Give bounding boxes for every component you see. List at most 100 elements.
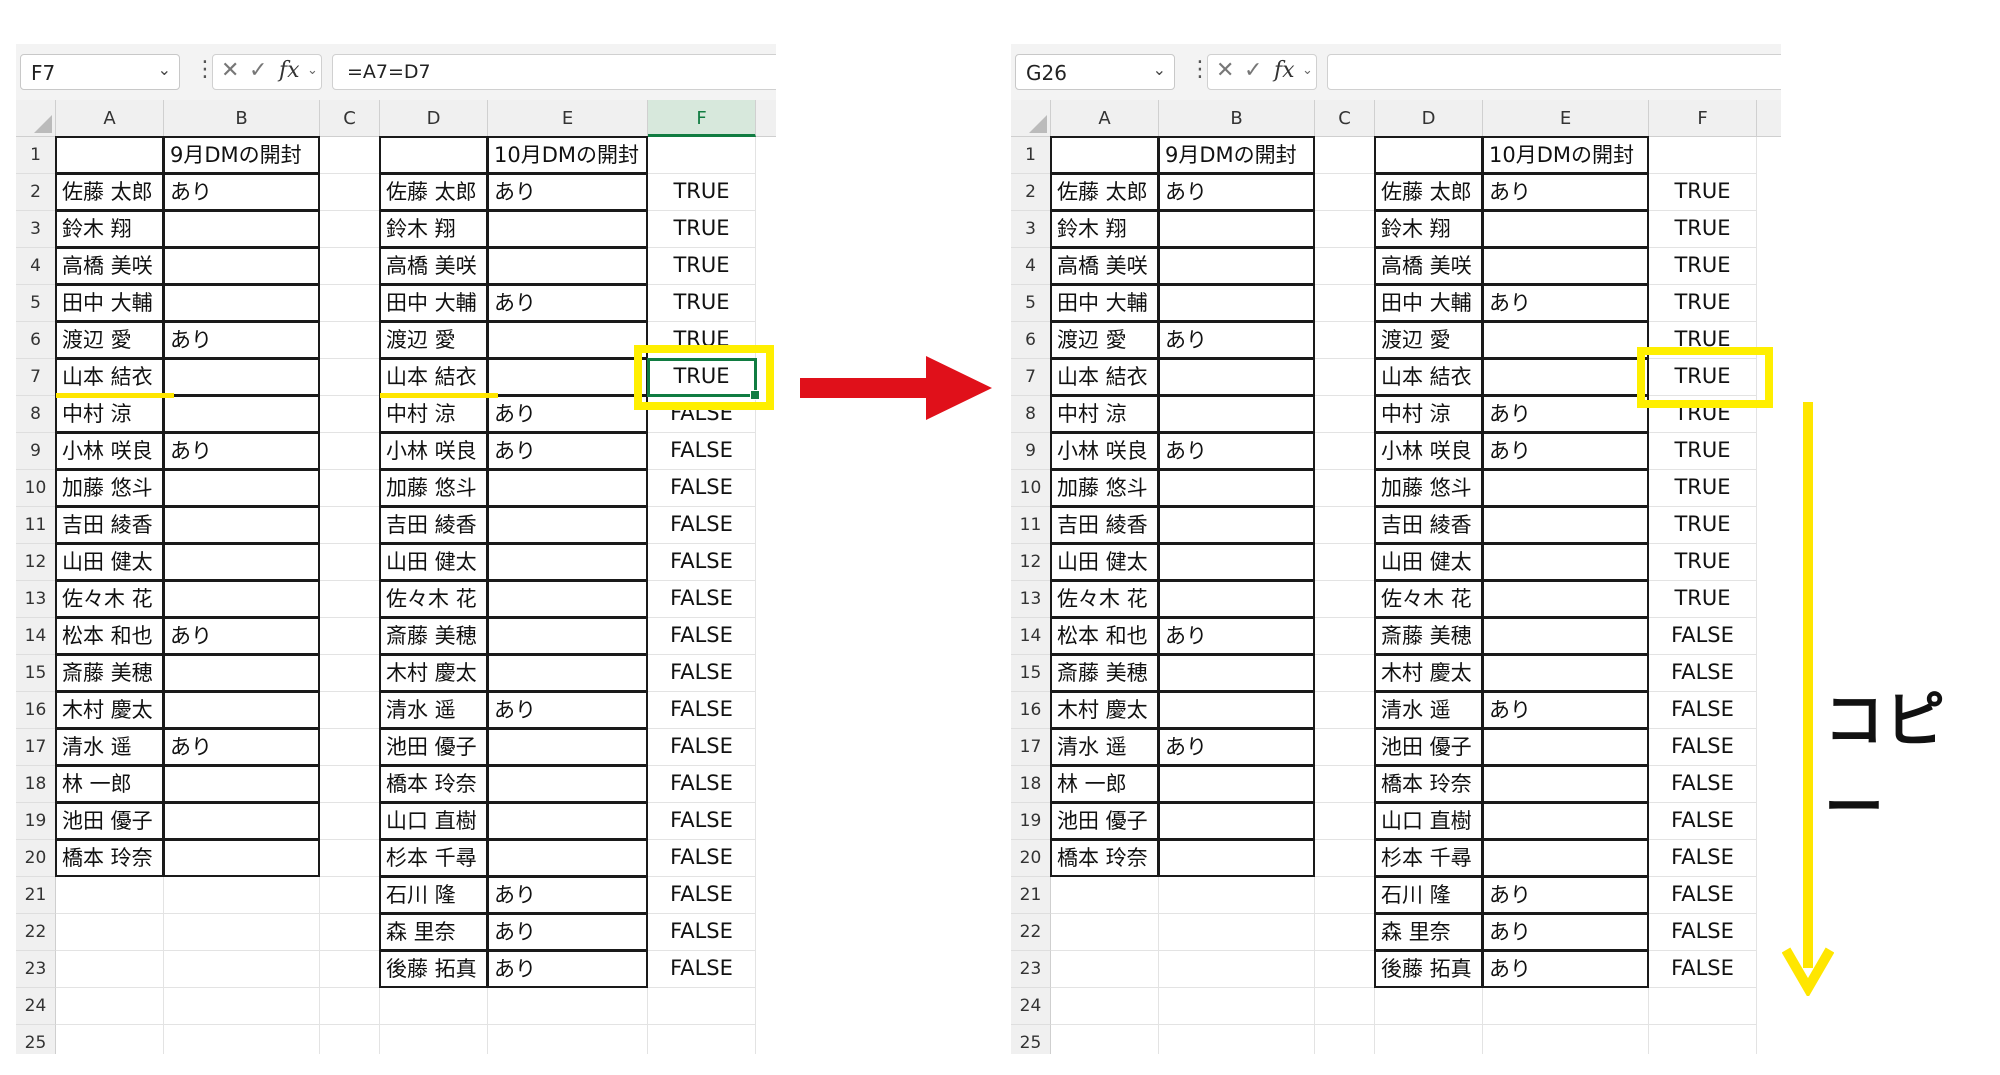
opened-cell[interactable]: あり — [1158, 728, 1315, 766]
result-cell[interactable]: FALSE — [648, 766, 756, 803]
name-cell[interactable]: 清水 遥 — [1050, 728, 1159, 766]
result-cell[interactable]: TRUE — [1649, 470, 1757, 507]
name-cell[interactable]: 斎藤 美穂 — [1374, 617, 1483, 655]
name-cell[interactable]: 渡辺 愛 — [1374, 321, 1483, 359]
result-cell[interactable]: TRUE — [1649, 211, 1757, 248]
name-cell[interactable]: 吉田 綾香 — [55, 506, 164, 544]
cell[interactable] — [320, 359, 380, 396]
opened-cell[interactable] — [1158, 469, 1315, 507]
name-cell[interactable]: 池田 優子 — [1050, 802, 1159, 840]
row-header-10[interactable]: 10 — [16, 470, 56, 507]
name-cell[interactable]: 清水 遥 — [379, 691, 488, 729]
row-header-15[interactable]: 15 — [16, 655, 56, 692]
opened-cell[interactable] — [163, 691, 320, 729]
column-header-b[interactable]: B — [1159, 100, 1315, 137]
opened-cell[interactable] — [1158, 358, 1315, 396]
cell[interactable] — [1315, 285, 1375, 322]
result-cell[interactable]: TRUE — [1649, 507, 1757, 544]
cell[interactable] — [320, 951, 380, 988]
cell[interactable] — [56, 914, 164, 951]
opened-cell[interactable] — [1482, 617, 1649, 655]
cell[interactable] — [1375, 988, 1483, 1025]
cell[interactable] — [320, 877, 380, 914]
cell[interactable] — [1315, 137, 1375, 174]
result-cell[interactable]: FALSE — [1649, 655, 1757, 692]
row-header-17[interactable]: 17 — [16, 729, 56, 766]
opened-cell[interactable] — [487, 839, 648, 877]
opened-cell[interactable] — [1158, 580, 1315, 618]
row-header-11[interactable]: 11 — [16, 507, 56, 544]
cell[interactable] — [164, 951, 320, 988]
row-header-1[interactable]: 1 — [1011, 137, 1051, 174]
cell[interactable] — [1315, 507, 1375, 544]
result-cell[interactable]: TRUE — [648, 174, 756, 211]
name-cell[interactable]: 後藤 拓真 — [1374, 950, 1483, 988]
row-header-8[interactable]: 8 — [16, 396, 56, 433]
cell[interactable] — [1051, 951, 1159, 988]
name-cell[interactable]: 橋本 玲奈 — [1050, 839, 1159, 877]
cell[interactable] — [320, 914, 380, 951]
cell[interactable] — [1315, 359, 1375, 396]
column-header-c[interactable]: C — [1315, 100, 1375, 137]
opened-cell[interactable] — [163, 839, 320, 877]
row-header-17[interactable]: 17 — [1011, 729, 1051, 766]
cell[interactable] — [648, 988, 756, 1025]
cell[interactable] — [1051, 988, 1159, 1025]
row-header-12[interactable]: 12 — [1011, 544, 1051, 581]
cell[interactable] — [1051, 914, 1159, 951]
cell[interactable] — [380, 1025, 488, 1054]
opened-cell[interactable] — [1158, 765, 1315, 803]
column-title-oct[interactable]: 10月DMの開封 — [1482, 136, 1649, 174]
result-cell[interactable]: FALSE — [648, 507, 756, 544]
name-cell[interactable]: 中村 涼 — [379, 395, 488, 433]
row-header-23[interactable]: 23 — [1011, 951, 1051, 988]
result-cell[interactable]: FALSE — [648, 840, 756, 877]
result-cell[interactable]: FALSE — [648, 729, 756, 766]
cell[interactable] — [320, 211, 380, 248]
name-cell[interactable]: 佐藤 太郎 — [55, 173, 164, 211]
row-header-20[interactable]: 20 — [1011, 840, 1051, 877]
name-cell[interactable]: 山田 健太 — [379, 543, 488, 581]
name-cell[interactable]: 渡辺 愛 — [1050, 321, 1159, 359]
cell[interactable] — [320, 470, 380, 507]
name-cell[interactable]: 木村 慶太 — [379, 654, 488, 692]
opened-cell[interactable] — [1482, 247, 1649, 285]
column-title-oct[interactable]: 10月DMの開封 — [487, 136, 648, 174]
cell[interactable] — [320, 174, 380, 211]
name-cell[interactable]: 吉田 綾香 — [1050, 506, 1159, 544]
result-cell[interactable]: TRUE — [1649, 544, 1757, 581]
opened-cell[interactable]: あり — [487, 173, 648, 211]
cell[interactable] — [1315, 988, 1375, 1025]
opened-cell[interactable]: あり — [487, 395, 648, 433]
column-title-sept[interactable]: 9月DMの開封 — [1158, 136, 1315, 174]
name-cell[interactable]: 中村 涼 — [1050, 395, 1159, 433]
result-cell[interactable]: FALSE — [1649, 618, 1757, 655]
opened-cell[interactable] — [487, 358, 648, 396]
opened-cell[interactable] — [1482, 802, 1649, 840]
result-cell[interactable]: FALSE — [1649, 840, 1757, 877]
name-cell[interactable]: 木村 慶太 — [55, 691, 164, 729]
cell[interactable] — [164, 914, 320, 951]
opened-cell[interactable]: あり — [1482, 173, 1649, 211]
name-cell[interactable]: 森 里奈 — [1374, 913, 1483, 951]
opened-cell[interactable] — [1482, 210, 1649, 248]
cell[interactable] — [1159, 988, 1315, 1025]
result-cell[interactable]: TRUE — [1649, 433, 1757, 470]
result-cell[interactable]: FALSE — [648, 433, 756, 470]
column-header-e[interactable]: E — [1483, 100, 1649, 137]
name-cell[interactable]: 高橋 美咲 — [1374, 247, 1483, 285]
name-cell[interactable]: 山本 結衣 — [1374, 358, 1483, 396]
cell[interactable] — [320, 655, 380, 692]
opened-cell[interactable] — [1482, 839, 1649, 877]
cell[interactable] — [1159, 951, 1315, 988]
name-cell[interactable]: 山田 健太 — [1050, 543, 1159, 581]
cell-d1[interactable] — [1374, 136, 1483, 174]
row-header-24[interactable]: 24 — [1011, 988, 1051, 1025]
name-cell[interactable]: 杉本 千尋 — [379, 839, 488, 877]
name-cell[interactable]: 林 一郎 — [1050, 765, 1159, 803]
opened-cell[interactable] — [163, 469, 320, 507]
opened-cell[interactable] — [487, 580, 648, 618]
opened-cell[interactable] — [1158, 543, 1315, 581]
name-cell[interactable]: 池田 優子 — [1374, 728, 1483, 766]
row-header-13[interactable]: 13 — [1011, 581, 1051, 618]
